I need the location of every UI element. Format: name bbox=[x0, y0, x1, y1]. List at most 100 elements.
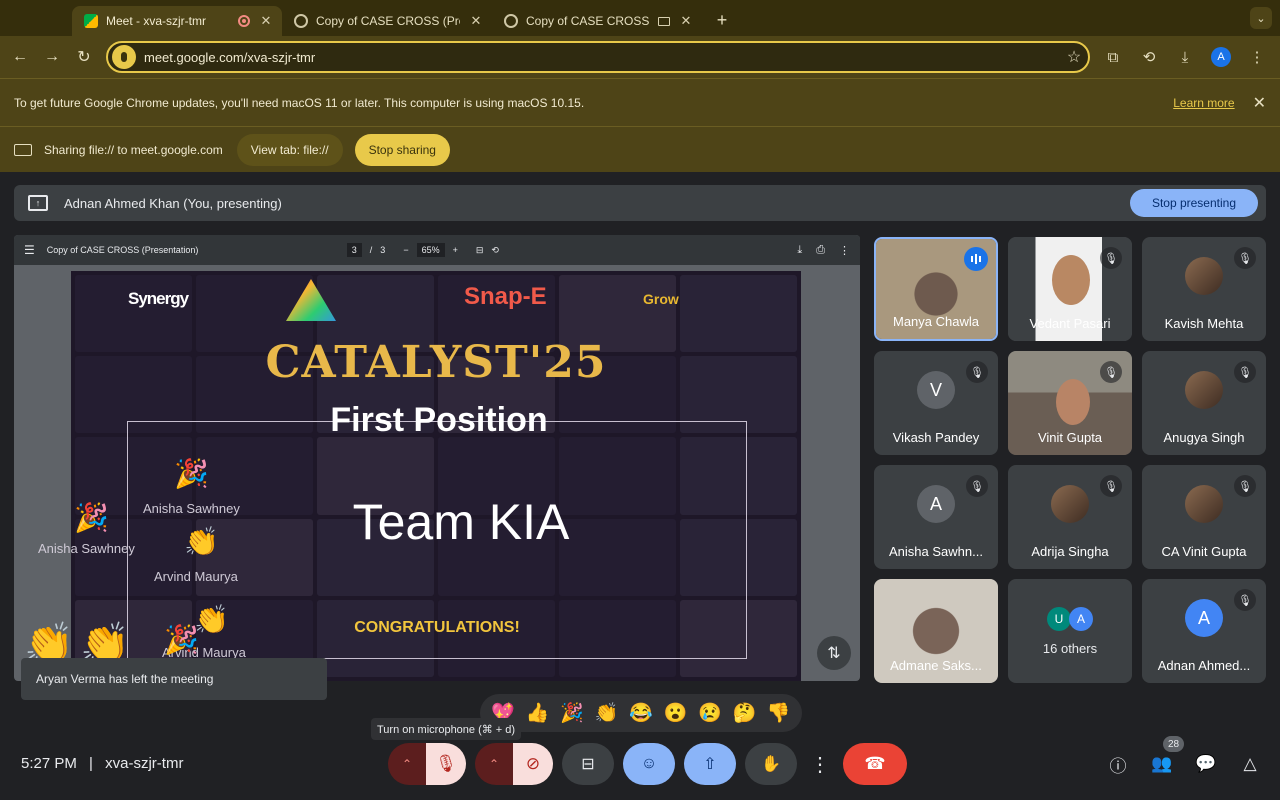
camera-off-button[interactable]: ⊘ bbox=[513, 743, 553, 785]
participant-tile[interactable]: Admane Saks... bbox=[874, 579, 998, 683]
participant-tile[interactable]: Manya Chawla bbox=[874, 237, 998, 341]
tab-meet[interactable]: Meet - xva-szjr-tmr ✕ bbox=[72, 6, 282, 36]
pdf-title: Copy of CASE CROSS (Presentation) bbox=[46, 245, 199, 255]
clock-time: 5:27 PM bbox=[21, 755, 77, 772]
swap-layout-button[interactable]: ⇅ bbox=[817, 636, 851, 670]
zoom-in-icon[interactable]: + bbox=[453, 245, 458, 255]
new-tab-button[interactable]: + bbox=[708, 6, 736, 34]
close-icon[interactable]: ✕ bbox=[1253, 93, 1266, 113]
bookmark-star-icon[interactable]: ☆ bbox=[1060, 47, 1088, 67]
reaction-thinking-icon[interactable]: 🤔 bbox=[732, 701, 756, 725]
tab-search-button[interactable]: ⌄ bbox=[1250, 7, 1272, 29]
participant-tile[interactable]: 🎙 Vedant Pasari bbox=[1008, 237, 1132, 341]
participant-tile[interactable]: 🎙 Vinit Gupta bbox=[1008, 351, 1132, 455]
clap-emoji-icon: 👏 bbox=[184, 526, 219, 557]
sharing-infobar: Sharing file:// to meet.google.com View … bbox=[0, 126, 1280, 172]
clap-emoji-icon: 👏 bbox=[194, 604, 229, 635]
avatar: V bbox=[917, 371, 955, 409]
profile-button[interactable]: A bbox=[1204, 41, 1238, 73]
screen-share-icon bbox=[14, 143, 32, 156]
view-tab-button[interactable]: View tab: file:// bbox=[236, 133, 343, 166]
tab-case-cross-2[interactable]: Copy of CASE CROSS (Pr ✕ bbox=[492, 6, 702, 36]
back-icon[interactable]: ← bbox=[4, 41, 36, 73]
raise-hand-button[interactable]: ✋ bbox=[745, 743, 797, 785]
snape-logo: Snap-E bbox=[464, 283, 547, 310]
learn-more-link[interactable]: Learn more bbox=[1173, 96, 1234, 110]
reaction-surprised-icon[interactable]: 😮 bbox=[664, 701, 688, 725]
tab-title: Copy of CASE CROSS (Presen bbox=[316, 14, 460, 28]
reaction-laugh-icon[interactable]: 😂 bbox=[629, 701, 653, 725]
more-menu-icon[interactable]: ⋮ bbox=[1240, 41, 1274, 73]
close-tab-icon[interactable]: ✕ bbox=[678, 13, 694, 29]
rotate-icon[interactable]: ⟲ bbox=[491, 245, 499, 256]
reload-icon[interactable]: ↻ bbox=[68, 41, 100, 73]
participant-name: Kavish Mehta bbox=[1164, 316, 1244, 331]
mic-off-icon: 🎙 bbox=[966, 475, 988, 497]
menu-icon[interactable]: ☰ bbox=[24, 243, 35, 257]
audio-settings-chevron-icon[interactable]: ⌃ bbox=[388, 743, 426, 785]
leave-call-button[interactable]: ☎ bbox=[843, 743, 907, 785]
mic-off-icon: 🎙 bbox=[1234, 247, 1256, 269]
forward-icon[interactable]: → bbox=[36, 41, 68, 73]
close-tab-icon[interactable]: ✕ bbox=[258, 13, 274, 29]
page-number-input[interactable]: 3 bbox=[346, 243, 362, 257]
tab-case-cross-1[interactable]: Copy of CASE CROSS (Presen ✕ bbox=[282, 6, 492, 36]
participant-tile[interactable]: V 🎙 Vikash Pandey bbox=[874, 351, 998, 455]
chat-icon[interactable]: 💬 bbox=[1188, 746, 1224, 782]
slide-heading: CATALYST'25 bbox=[265, 337, 607, 388]
download-icon[interactable]: ⤓ bbox=[1168, 41, 1202, 73]
reaction-clap-icon[interactable]: 👏 bbox=[595, 701, 619, 725]
participant-name: Vinit Gupta bbox=[1037, 430, 1103, 445]
reaction-sad-icon[interactable]: 😢 bbox=[698, 701, 722, 725]
zoom-level[interactable]: 65% bbox=[416, 243, 445, 257]
reactions-button[interactable]: ☺ bbox=[623, 743, 675, 785]
meeting-info: 5:27 PM | xva-szjr-tmr bbox=[21, 755, 183, 772]
call-controls: ⌃ 🎙 ⌃ ⊘ ⊟ ☺ ⇧ ✋ ⋮ ☎ bbox=[388, 743, 907, 785]
mic-off-icon: 🎙 bbox=[1234, 361, 1256, 383]
stop-sharing-button[interactable]: Stop sharing bbox=[354, 133, 450, 166]
participant-name: CA Vinit Gupta bbox=[1161, 544, 1247, 559]
microphone-in-use-icon[interactable] bbox=[112, 45, 136, 69]
others-tile[interactable]: U A 16 others bbox=[1008, 579, 1132, 683]
zoom-out-icon[interactable]: − bbox=[403, 245, 408, 255]
screen-cast-icon[interactable]: ⟲ bbox=[1132, 41, 1166, 73]
mic-off-icon: 🎙 bbox=[1100, 247, 1122, 269]
microphone-off-button[interactable]: 🎙 bbox=[426, 743, 466, 785]
reaction-thumbs-up-icon[interactable]: 👍 bbox=[526, 701, 550, 725]
participant-tile[interactable]: 🎙 Anugya Singh bbox=[1142, 351, 1266, 455]
participant-tile[interactable]: 🎙 CA Vinit Gupta bbox=[1142, 465, 1266, 569]
meet-favicon-icon bbox=[84, 14, 98, 28]
print-icon[interactable]: ⎙ bbox=[816, 244, 825, 257]
fit-page-icon[interactable]: ⊟ bbox=[476, 245, 484, 256]
pdf-toolbar: ☰ Copy of CASE CROSS (Presentation) 3 / … bbox=[14, 235, 860, 265]
tab-strip: Meet - xva-szjr-tmr ✕ Copy of CASE CROSS… bbox=[0, 0, 1280, 36]
participant-tile[interactable]: 🎙 Adrija Singha bbox=[1008, 465, 1132, 569]
slide-subheading: First Position bbox=[330, 401, 548, 439]
participant-name: Manya Chawla bbox=[893, 314, 979, 329]
more-options-button[interactable]: ⋮ bbox=[806, 743, 834, 785]
extensions-icon[interactable]: ⧉ bbox=[1096, 41, 1130, 73]
tab-title: Meet - xva-szjr-tmr bbox=[106, 14, 206, 28]
stop-presenting-button[interactable]: Stop presenting bbox=[1129, 189, 1258, 217]
more-options-icon[interactable]: ⋮ bbox=[839, 244, 850, 257]
close-tab-icon[interactable]: ✕ bbox=[468, 13, 484, 29]
left-meeting-toast: Aryan Verma has left the meeting bbox=[21, 658, 327, 700]
avatar: A bbox=[917, 485, 955, 523]
sharing-text: Sharing file:// to meet.google.com bbox=[44, 142, 223, 157]
reaction-party-icon[interactable]: 🎉 bbox=[560, 701, 584, 725]
avatar: A bbox=[1069, 607, 1093, 631]
activities-icon[interactable]: △ bbox=[1232, 746, 1268, 782]
captions-button[interactable]: ⊟ bbox=[562, 743, 614, 785]
mic-off-icon: 🎙 bbox=[1234, 589, 1256, 611]
participant-tile[interactable]: 🎙 Kavish Mehta bbox=[1142, 237, 1266, 341]
address-bar[interactable]: meet.google.com/xva-szjr-tmr ☆ bbox=[106, 41, 1090, 73]
people-icon[interactable]: 👥 bbox=[1144, 746, 1180, 782]
meeting-details-icon[interactable]: ⓘ bbox=[1100, 746, 1136, 782]
globe-icon bbox=[294, 14, 308, 28]
video-settings-chevron-icon[interactable]: ⌃ bbox=[475, 743, 513, 785]
reaction-thumbs-down-icon[interactable]: 👎 bbox=[767, 701, 791, 725]
participant-tile[interactable]: A 🎙 Adnan Ahmed... bbox=[1142, 579, 1266, 683]
present-button[interactable]: ⇧ bbox=[684, 743, 736, 785]
download-icon[interactable]: ⤓ bbox=[797, 244, 802, 257]
participant-tile[interactable]: A 🎙 Anisha Sawhn... bbox=[874, 465, 998, 569]
